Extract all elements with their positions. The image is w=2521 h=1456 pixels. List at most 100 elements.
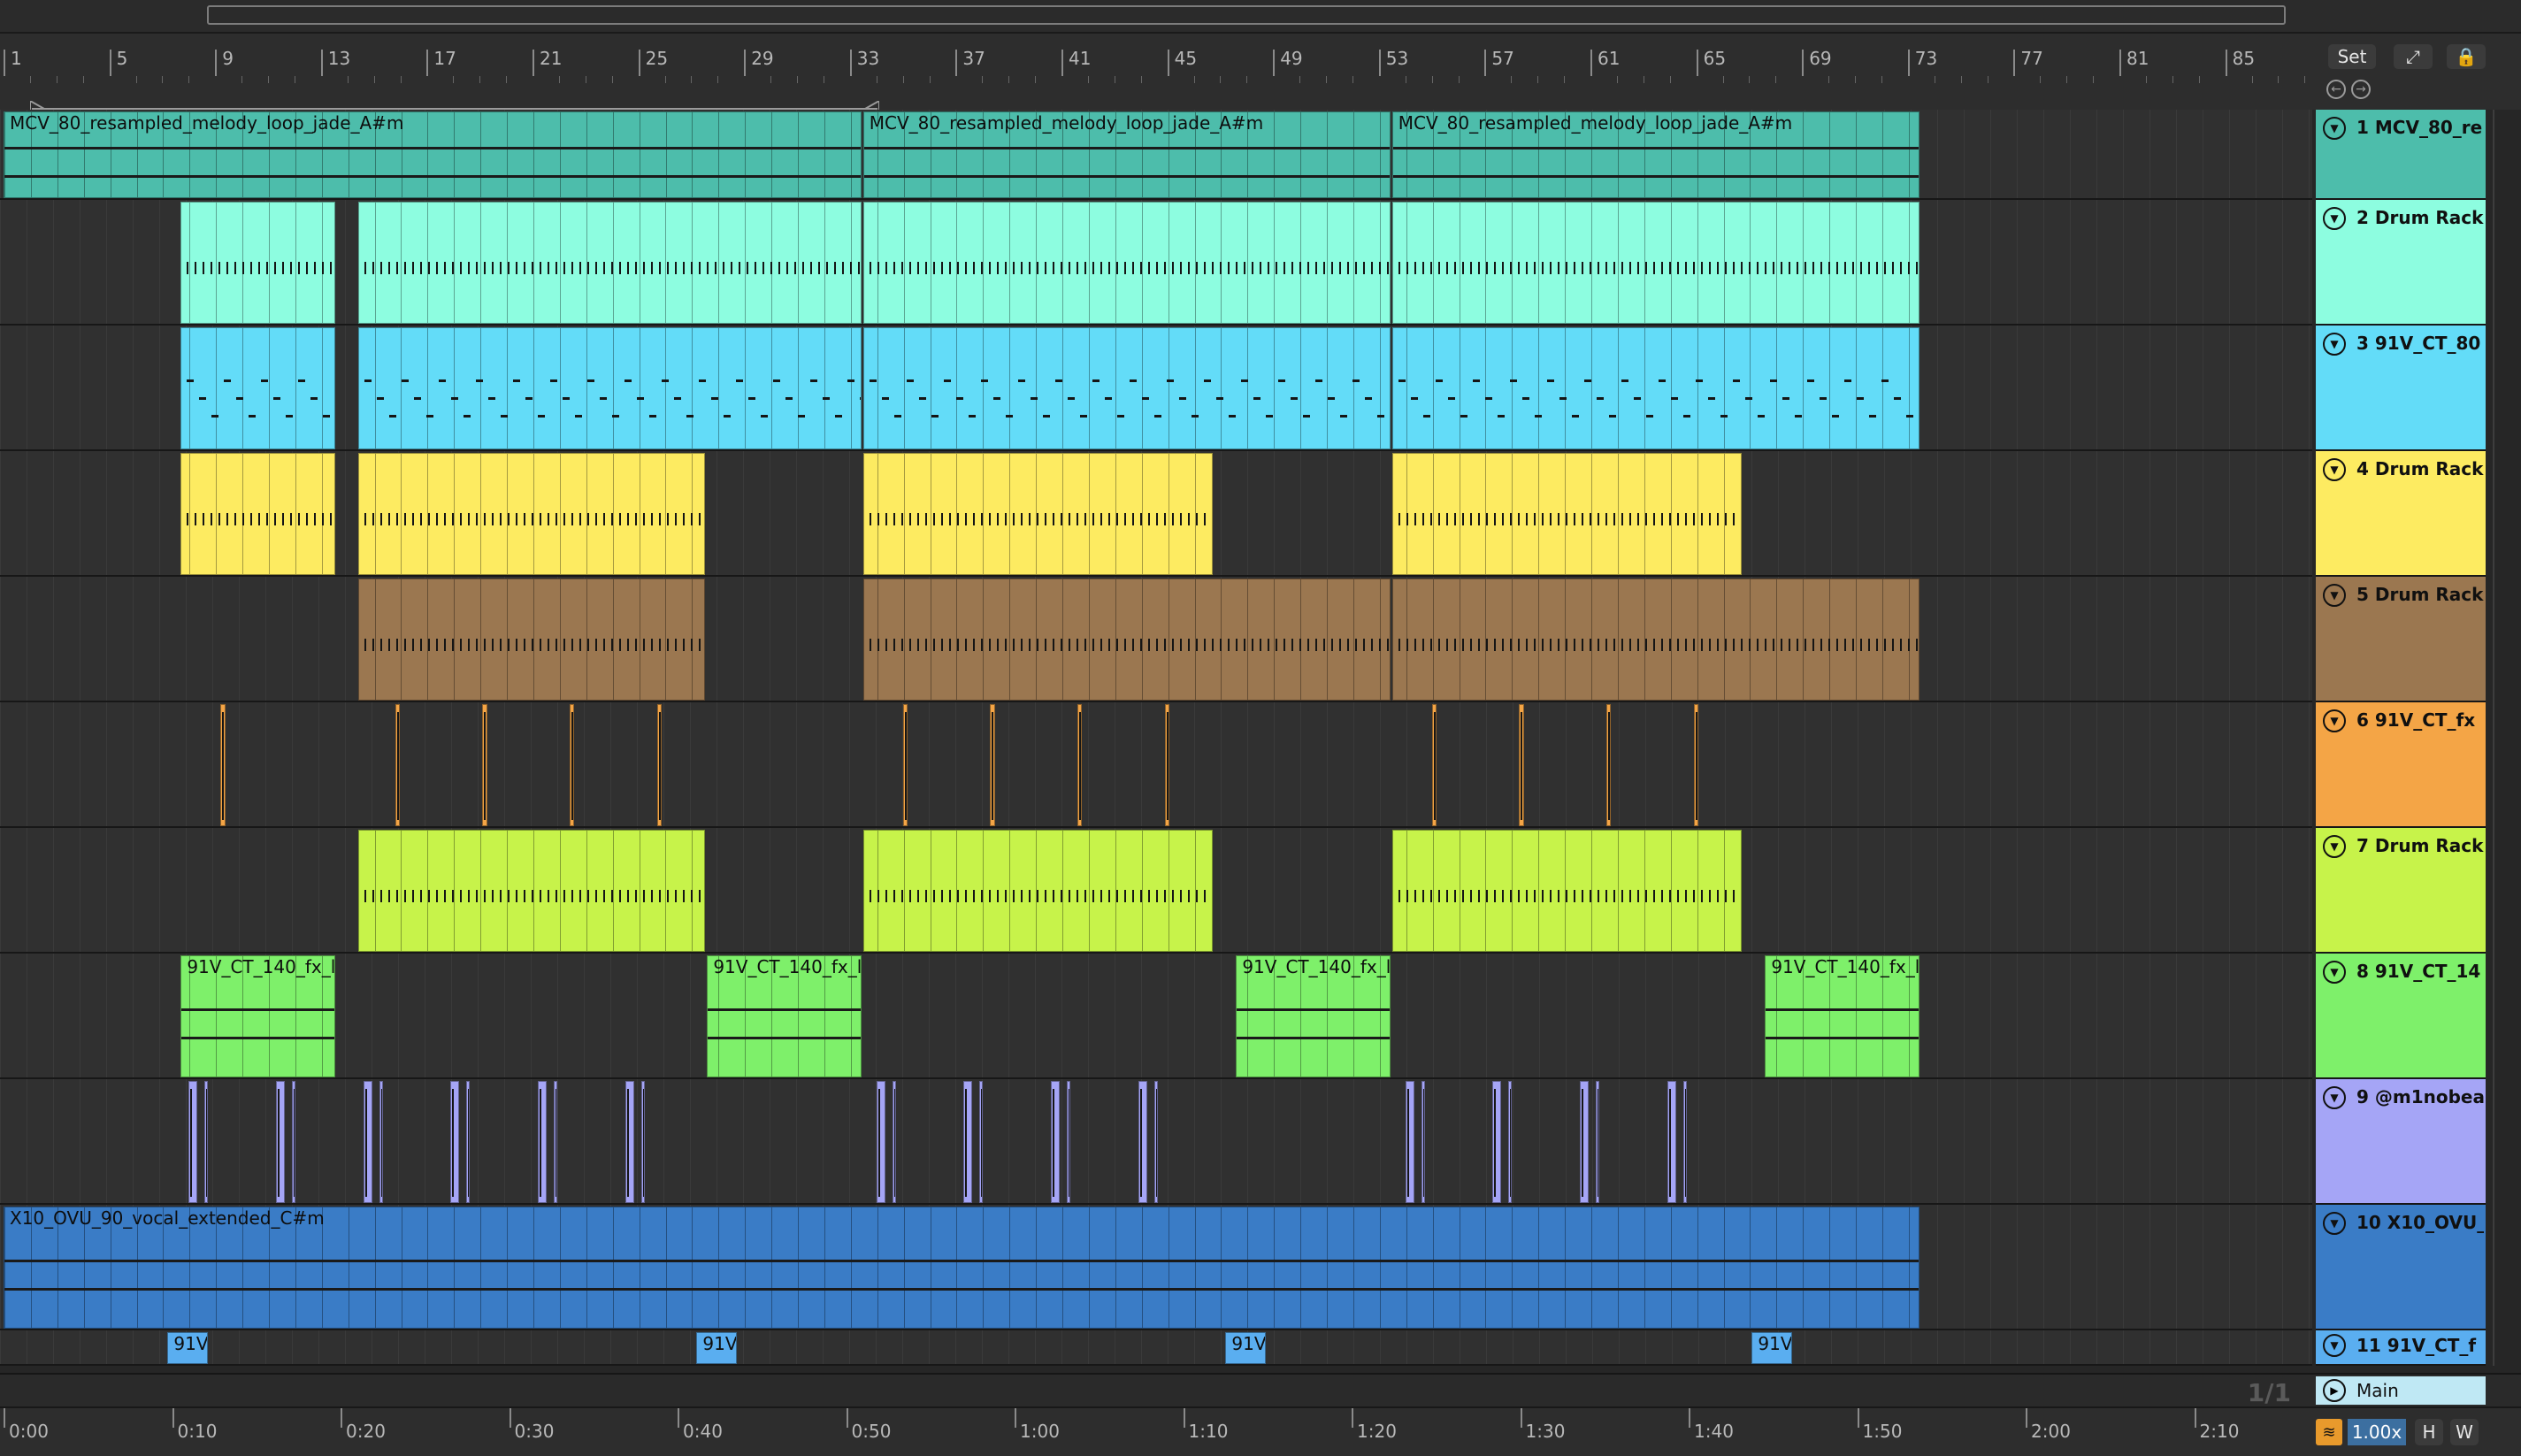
clip[interactable] [363, 1081, 372, 1203]
clip[interactable] [553, 1081, 557, 1203]
clip[interactable] [656, 704, 662, 826]
clip[interactable] [450, 1081, 460, 1203]
fold-triangle-icon[interactable]: ▼ [2323, 1212, 2346, 1235]
clip[interactable] [1508, 1081, 1513, 1203]
clip[interactable]: 91V_CT_140_fx_loop [1765, 955, 1919, 1077]
clip[interactable] [862, 453, 1214, 575]
track-lane[interactable] [0, 954, 2312, 1079]
track-header[interactable]: ▼ 1 MCV_80_re [2316, 110, 2486, 200]
clip[interactable] [862, 830, 1214, 952]
clip[interactable] [537, 1081, 547, 1203]
clip[interactable] [357, 830, 706, 952]
set-button[interactable]: Set [2328, 44, 2376, 69]
clip[interactable] [640, 1081, 645, 1203]
clip[interactable] [1164, 704, 1170, 826]
clip[interactable] [1605, 704, 1612, 826]
clip[interactable] [1682, 1081, 1687, 1203]
clip[interactable]: 91V_ [1751, 1332, 1793, 1364]
fold-triangle-icon[interactable]: ▼ [2323, 1334, 2346, 1357]
clip[interactable] [1667, 1081, 1676, 1203]
fold-triangle-icon[interactable]: ▼ [2323, 584, 2346, 607]
track-lane[interactable] [0, 1330, 2312, 1366]
fold-triangle-icon[interactable]: ▼ [2323, 961, 2346, 984]
clip[interactable] [1405, 1081, 1414, 1203]
clip[interactable] [180, 202, 335, 324]
fold-triangle-icon[interactable]: ▼ [2323, 1086, 2346, 1109]
clip[interactable] [862, 327, 1391, 449]
clip[interactable] [180, 327, 335, 449]
beat-time-ruler[interactable]: 1 5 9 13 17 21 25 29 33 37 41 45 49 53 57 61 65 69 73 77 81 8… [0, 34, 2316, 117]
clip[interactable] [1051, 1081, 1060, 1203]
clip[interactable] [1391, 453, 1743, 575]
clip[interactable] [902, 704, 908, 826]
clip[interactable] [466, 1081, 471, 1203]
h-button[interactable]: H [2415, 1419, 2443, 1445]
fold-triangle-icon[interactable]: ▼ [2323, 458, 2346, 481]
clip[interactable] [379, 1081, 383, 1203]
clip[interactable]: X10_OVU_90_vocal_extended_C#m [4, 1207, 1919, 1329]
clip[interactable] [1391, 202, 1919, 324]
clip[interactable]: 91V_CT_140_fx_loop [180, 955, 335, 1077]
clip[interactable] [275, 1081, 285, 1203]
clip[interactable] [1153, 1081, 1158, 1203]
zoom-field[interactable]: 1.00x [2348, 1419, 2406, 1445]
track-header[interactable]: ▼ 4 Drum Rack [2316, 451, 2486, 577]
track-lane[interactable] [0, 702, 2312, 828]
clip[interactable] [204, 1081, 209, 1203]
track-lanes[interactable]: MCV_80_resampled_melody_loop_jade_A#m MCV… [0, 110, 2312, 1366]
arrangement-overview[interactable] [0, 0, 2521, 34]
clip[interactable] [1492, 1081, 1502, 1203]
clip[interactable] [395, 704, 400, 826]
clip[interactable]: MCV_80_resampled_melody_loop_jade_A#m [4, 111, 862, 198]
fold-triangle-icon[interactable]: ▼ [2323, 333, 2346, 356]
track-header[interactable]: ▼ 10 X10_OVU_ [2316, 1205, 2486, 1330]
fold-triangle-icon[interactable]: ▼ [2323, 117, 2346, 140]
expand-icon[interactable]: ⤢ [2394, 44, 2433, 69]
clip[interactable]: 91V_CT_140_fx_loop [1236, 955, 1391, 1077]
clip[interactable]: 91V_ [167, 1332, 209, 1364]
clip[interactable] [357, 453, 706, 575]
clip[interactable] [1431, 704, 1437, 826]
track-header[interactable]: ▼ 3 91V_CT_80 [2316, 326, 2486, 451]
track-header[interactable]: ▼ 9 @m1nobea [2316, 1079, 2486, 1205]
clip[interactable] [357, 327, 862, 449]
clip[interactable] [1421, 1081, 1425, 1203]
track-header[interactable]: ▼ 7 Drum Rack [2316, 828, 2486, 954]
play-icon[interactable]: ▶ [2323, 1379, 2346, 1402]
arrow-right-icon[interactable]: → [2351, 80, 2371, 99]
waveform-icon[interactable]: ≋ [2316, 1419, 2342, 1445]
fold-triangle-icon[interactable]: ▼ [2323, 835, 2346, 858]
clip[interactable] [291, 1081, 295, 1203]
clip[interactable] [1066, 1081, 1070, 1203]
time-ruler[interactable]: 0:00 0:10 0:20 0:30 0:40 0:50 1:00 1:10 1:20 1:30… [0, 1406, 2312, 1456]
clip[interactable] [990, 704, 995, 826]
clip[interactable] [357, 202, 862, 324]
clip[interactable] [892, 1081, 896, 1203]
track-header[interactable]: ▼ 5 Drum Rack [2316, 577, 2486, 702]
clip[interactable]: 91V_ [1225, 1332, 1267, 1364]
clip[interactable] [180, 453, 335, 575]
clip[interactable] [1391, 830, 1743, 952]
lock-icon[interactable]: 🔒 [2447, 44, 2486, 69]
clip[interactable] [357, 579, 706, 701]
track-header[interactable]: ▼ 2 Drum Rack [2316, 200, 2486, 326]
clip[interactable]: 91V_CT_140_fx_loop [707, 955, 862, 1077]
clip[interactable] [625, 1081, 634, 1203]
clip[interactable] [1391, 579, 1919, 701]
track-header[interactable]: ▼ 8 91V_CT_14 [2316, 954, 2486, 1079]
clip[interactable]: MCV_80_resampled_melody_loop_jade_A#m [1391, 111, 1919, 198]
main-track-header[interactable]: ▶ Main [2316, 1376, 2486, 1405]
clip[interactable] [1519, 704, 1524, 826]
fold-triangle-icon[interactable]: ▼ [2323, 709, 2346, 732]
clip[interactable]: MCV_80_resampled_melody_loop_jade_A#m [862, 111, 1391, 198]
clip[interactable] [569, 704, 575, 826]
overview-visible-range[interactable] [207, 5, 2286, 25]
fold-triangle-icon[interactable]: ▼ [2323, 207, 2346, 230]
clip[interactable] [963, 1081, 973, 1203]
clip[interactable] [1391, 327, 1919, 449]
clip[interactable] [1077, 704, 1083, 826]
arrow-left-icon[interactable]: ← [2326, 80, 2346, 99]
clip[interactable] [979, 1081, 984, 1203]
track-header[interactable]: ▼ 11 91V_CT_f [2316, 1330, 2486, 1366]
clip[interactable] [1580, 1081, 1589, 1203]
